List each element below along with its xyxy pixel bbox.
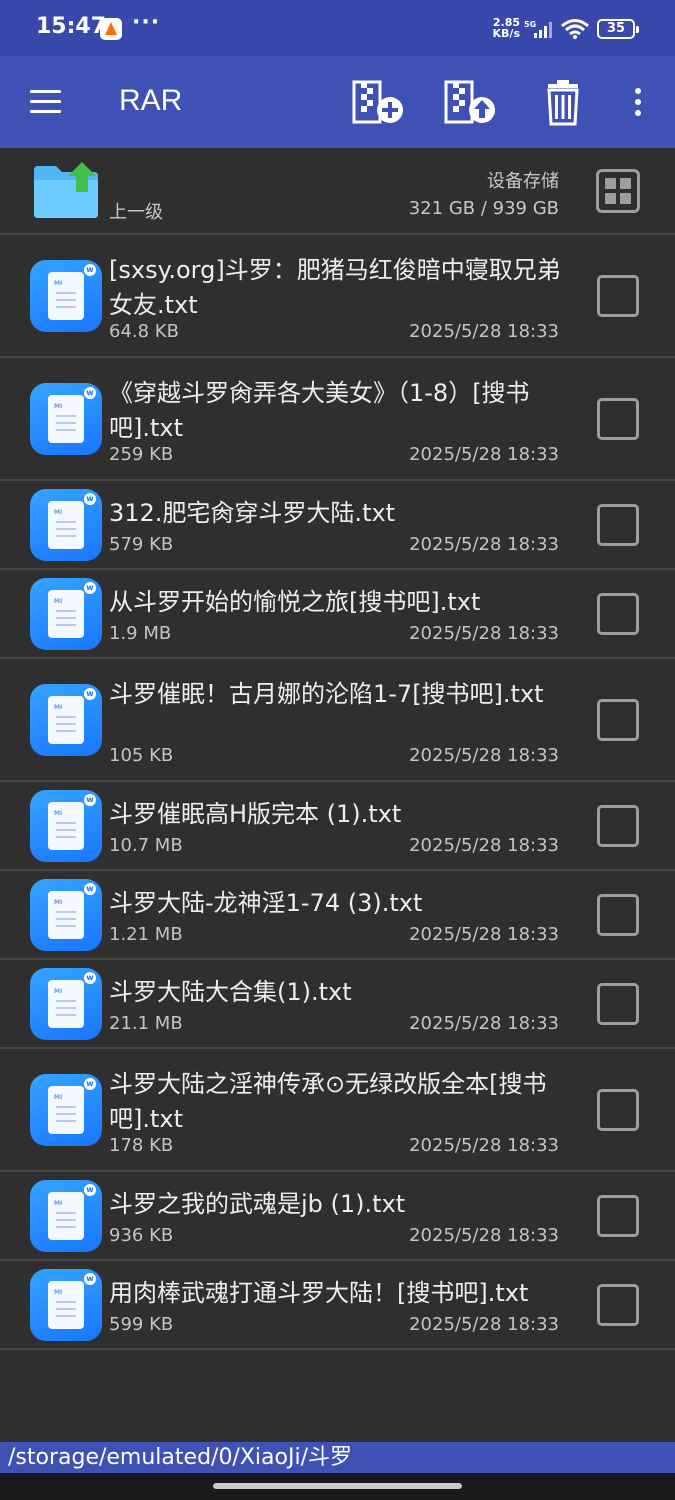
file-checkbox[interactable] <box>597 593 639 635</box>
file-date: 2025/5/28 18:33 <box>409 1013 559 1034</box>
file-row[interactable]: MI w 斗罗催眠！古月娜的沦陷1-7[搜书吧].txt 105 KB 2025/… <box>0 659 675 782</box>
status-time: 15:47 <box>36 14 107 39</box>
cell-signal-icon: 5G <box>524 20 552 38</box>
network-speed: 2.85 KB/s <box>484 17 520 39</box>
text-file-icon: MI w <box>30 684 102 756</box>
file-row[interactable]: MI w 斗罗催眠高H版完本 (1).txt 10.7 MB 2025/5/28 … <box>0 782 675 871</box>
file-name: 斗罗之我的武魂是jb (1).txt <box>109 1190 406 1218</box>
file-date: 2025/5/28 18:33 <box>409 444 559 465</box>
text-file-icon: MI w <box>30 260 102 332</box>
folder-up-icon <box>34 162 98 218</box>
file-checkbox[interactable] <box>597 275 639 317</box>
file-size: 64.8 KB <box>109 321 179 342</box>
file-row[interactable]: MI w 从斗罗开始的愉悦之旅[搜书吧].txt 1.9 MB 2025/5/28… <box>0 570 675 659</box>
file-size: 21.1 MB <box>109 1013 183 1034</box>
current-path: /storage/emulated/0/XiaoJi/斗罗 <box>0 1442 675 1473</box>
file-date: 2025/5/28 18:33 <box>409 321 559 342</box>
file-name: 斗罗催眠高H版完本 (1).txt <box>109 800 402 828</box>
file-date: 2025/5/28 18:33 <box>409 835 559 856</box>
add-archive-icon[interactable] <box>352 80 406 126</box>
file-name: 《穿越斗罗肏弄各大美女》（1-8）[搜书吧].txt <box>109 379 530 442</box>
file-checkbox[interactable] <box>597 1089 639 1131</box>
delete-icon[interactable] <box>536 80 590 126</box>
wifi-icon <box>561 19 589 39</box>
file-row[interactable]: MI w 312.肥宅肏穿斗罗大陆.txt 579 KB 2025/5/28 18… <box>0 481 675 570</box>
file-size: 579 KB <box>109 534 174 555</box>
file-name: 斗罗催眠！古月娜的沦陷1-7[搜书吧].txt <box>109 680 544 708</box>
more-vert-icon[interactable] <box>626 86 650 122</box>
file-checkbox[interactable] <box>597 805 639 847</box>
grid-view-icon[interactable] <box>596 169 640 213</box>
file-date: 2025/5/28 18:33 <box>409 745 559 766</box>
file-date: 2025/5/28 18:33 <box>409 1135 559 1156</box>
file-name: 斗罗大陆大合集(1).txt <box>109 978 352 1006</box>
file-name: 用肉棒武魂打通斗罗大陆！[搜书吧].txt <box>109 1279 529 1307</box>
file-size: 105 KB <box>109 745 174 766</box>
home-gesture-handle[interactable] <box>213 1483 462 1489</box>
file-name: 312.肥宅肏穿斗罗大陆.txt <box>109 499 396 527</box>
file-checkbox[interactable] <box>597 983 639 1025</box>
parent-folder-row[interactable]: 上一级 设备存储 321 GB / 939 GB <box>0 148 675 235</box>
parent-folder-label: 上一级 <box>109 202 163 223</box>
storage-usage: 321 GB / 939 GB <box>408 198 559 219</box>
file-checkbox[interactable] <box>597 504 639 546</box>
text-file-icon: MI w <box>30 968 102 1040</box>
text-file-icon: MI w <box>30 1180 102 1252</box>
file-size: 1.9 MB <box>109 623 172 644</box>
file-row[interactable]: MI w 《穿越斗罗肏弄各大美女》（1-8）[搜书吧].txt 259 KB 20… <box>0 358 675 481</box>
file-size: 10.7 MB <box>109 835 183 856</box>
text-file-icon: MI w <box>30 879 102 951</box>
file-date: 2025/5/28 18:33 <box>409 534 559 555</box>
more-notifications-icon: ··· <box>132 10 161 35</box>
file-size: 936 KB <box>109 1225 174 1246</box>
file-checkbox[interactable] <box>597 1195 639 1237</box>
toolbar-title: RAR <box>119 84 183 117</box>
network-type: 5G <box>524 20 536 29</box>
menu-icon[interactable] <box>28 90 64 116</box>
file-name: 从斗罗开始的愉悦之旅[搜书吧].txt <box>109 588 481 616</box>
text-file-icon: MI w <box>30 489 102 561</box>
file-list: 上一级 设备存储 321 GB / 939 GB MI w [sxsy.org]斗… <box>0 148 675 1350</box>
rar-app: 15:47 ··· 2.85 KB/s 5G 35 RAR 上一级 设备存储 3… <box>0 0 675 1500</box>
text-file-icon: MI w <box>30 578 102 650</box>
file-row[interactable]: MI w 斗罗大陆大合集(1).txt 21.1 MB 2025/5/28 18:… <box>0 960 675 1049</box>
file-row[interactable]: MI w 用肉棒武魂打通斗罗大陆！[搜书吧].txt 599 KB 2025/5/… <box>0 1261 675 1350</box>
file-name: 斗罗大陆之淫神传承⊙无绿改版全本[搜书吧].txt <box>109 1070 547 1133</box>
extract-archive-icon[interactable] <box>444 80 498 126</box>
file-size: 178 KB <box>109 1135 174 1156</box>
file-date: 2025/5/28 18:33 <box>409 1225 559 1246</box>
text-file-icon: MI w <box>30 1074 102 1146</box>
file-date: 2025/5/28 18:33 <box>409 924 559 945</box>
file-name: 斗罗大陆-龙神淫1-74 (3).txt <box>109 889 423 917</box>
file-row[interactable]: MI w 斗罗大陆之淫神传承⊙无绿改版全本[搜书吧].txt 178 KB 202… <box>0 1049 675 1172</box>
file-row[interactable]: MI w [sxsy.org]斗罗：肥猪马红俊暗中寝取兄弟女友.txt 64.8 … <box>0 235 675 358</box>
file-name: [sxsy.org]斗罗：肥猪马红俊暗中寝取兄弟女友.txt <box>109 256 561 319</box>
navigation-bar <box>0 1473 675 1500</box>
text-file-icon: MI w <box>30 383 102 455</box>
file-date: 2025/5/28 18:33 <box>409 1314 559 1335</box>
text-file-icon: MI w <box>30 790 102 862</box>
file-checkbox[interactable] <box>597 398 639 440</box>
app-toolbar: RAR <box>0 56 675 148</box>
notification-app-icon <box>100 18 122 40</box>
file-size: 599 KB <box>109 1314 174 1335</box>
file-row[interactable]: MI w 斗罗之我的武魂是jb (1).txt 936 KB 2025/5/28 … <box>0 1172 675 1261</box>
battery-icon: 35 <box>597 19 639 39</box>
file-checkbox[interactable] <box>597 1284 639 1326</box>
file-size: 259 KB <box>109 444 174 465</box>
file-row[interactable]: MI w 斗罗大陆-龙神淫1-74 (3).txt 1.21 MB 2025/5/… <box>0 871 675 960</box>
file-size: 1.21 MB <box>109 924 183 945</box>
file-checkbox[interactable] <box>597 894 639 936</box>
status-bar: 15:47 ··· 2.85 KB/s 5G 35 <box>0 0 675 56</box>
text-file-icon: MI w <box>30 1269 102 1341</box>
speed-unit: KB/s <box>492 27 520 40</box>
file-date: 2025/5/28 18:33 <box>409 623 559 644</box>
file-checkbox[interactable] <box>597 699 639 741</box>
storage-label: 设备存储 <box>487 171 559 192</box>
